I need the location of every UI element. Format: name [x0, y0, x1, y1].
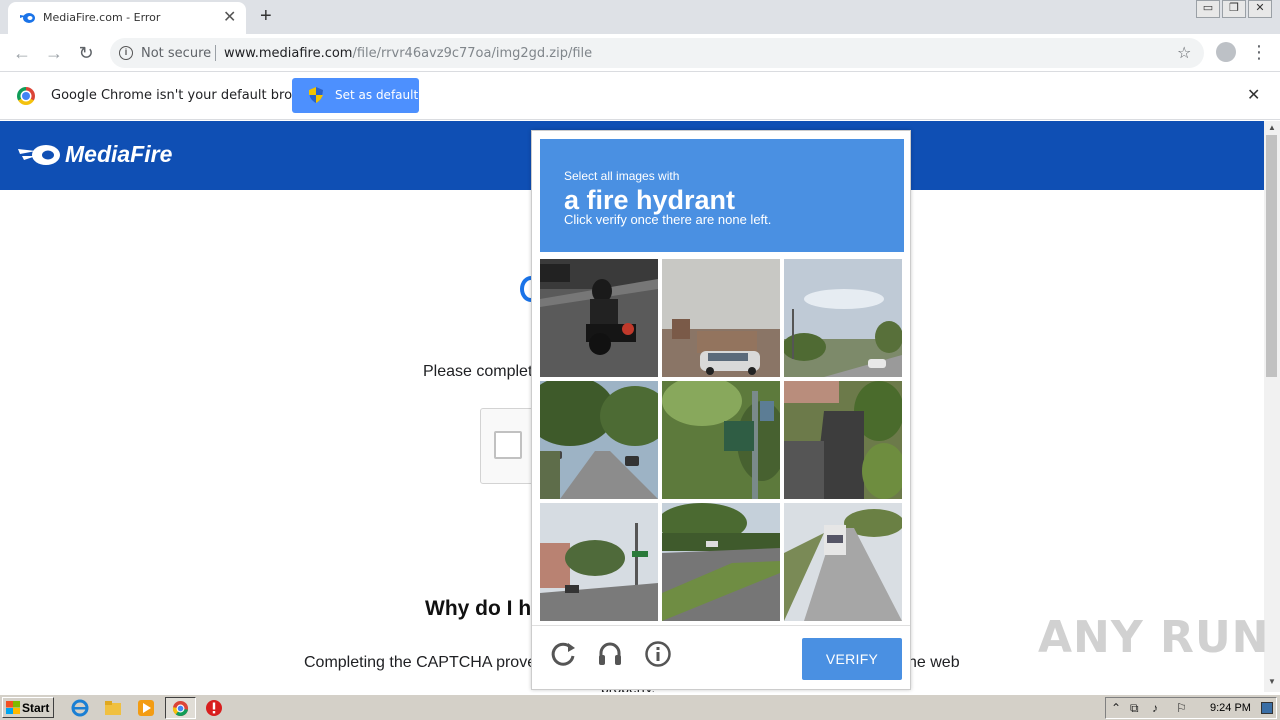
start-button[interactable]: Start	[2, 697, 54, 718]
audio-icon[interactable]	[596, 640, 624, 668]
captcha-instructions: Select all images with a fire hydrant Cl…	[540, 139, 904, 252]
reload-icon[interactable]	[549, 640, 577, 668]
captcha-tile[interactable]	[784, 381, 902, 499]
city-intersection-image	[540, 503, 658, 621]
scroll-up-arrow-icon[interactable]: ▲	[1268, 123, 1276, 132]
infobar-close-icon[interactable]: ✕	[1247, 85, 1260, 105]
tab-title: MediaFire.com - Error	[43, 11, 161, 24]
captcha-tile[interactable]	[540, 259, 658, 377]
bookmark-star-icon[interactable]: ☆	[1177, 43, 1191, 63]
browser-tab[interactable]: MediaFire.com - Error ✕	[8, 2, 246, 34]
chrome-taskbar-button[interactable]	[165, 697, 196, 719]
highway-truck-image	[784, 503, 902, 621]
mediafire-favicon-icon	[20, 13, 35, 23]
omnibox-divider	[215, 45, 216, 61]
url-host: www.mediafire.com	[224, 46, 353, 61]
close-window-button[interactable]: ✕	[1248, 0, 1272, 18]
taskbar-clock[interactable]: 9:24 PM	[1210, 702, 1251, 714]
street-buildings-car-image	[662, 259, 780, 377]
start-label: Start	[22, 701, 50, 715]
please-complete-text: Please complet	[423, 363, 533, 380]
captcha-footer: VERIFY	[532, 625, 910, 689]
verify-button[interactable]: VERIFY	[802, 638, 902, 680]
chrome-logo-icon	[17, 87, 35, 105]
url-text[interactable]: www.mediafire.com/file/rrvr46avz9c77oa/i…	[224, 46, 592, 61]
windows-logo-icon	[6, 701, 20, 714]
road-grass-image	[662, 503, 780, 621]
captcha-tile[interactable]	[662, 381, 780, 499]
set-as-default-button[interactable]: Set as default	[292, 78, 419, 113]
suburban-road-image	[784, 259, 902, 377]
security-label[interactable]: Not secure	[141, 46, 211, 61]
info-icon[interactable]	[644, 640, 672, 668]
mediafire-brand[interactable]: MediaFire	[65, 141, 172, 168]
recaptcha-checkbox[interactable]	[494, 431, 522, 459]
site-info-icon[interactable]: i	[119, 46, 133, 60]
captcha-tile[interactable]	[784, 259, 902, 377]
minimize-button[interactable]: ▭	[1196, 0, 1220, 18]
mediafire-logo-icon[interactable]	[16, 143, 61, 167]
volume-icon[interactable]: ♪	[1152, 701, 1158, 715]
tray-expand-icon[interactable]: ⌃	[1111, 701, 1121, 715]
profile-avatar-icon[interactable]	[1216, 42, 1236, 62]
forward-arrow-icon[interactable]: →	[42, 41, 66, 65]
default-browser-infobar: Google Chrome isn't your default browser…	[0, 72, 1280, 120]
stairs-garden-image	[784, 381, 902, 499]
network-icon[interactable]: ⧉	[1130, 701, 1139, 716]
antivirus-alert-icon[interactable]	[205, 699, 223, 717]
captcha-image-grid	[540, 259, 904, 623]
why-heading: Why do I h	[425, 597, 532, 620]
captcha-hint: Click verify once there are none left.	[564, 212, 772, 227]
back-arrow-icon[interactable]: ←	[10, 41, 34, 65]
captcha-explanation-tail: he web	[908, 654, 960, 671]
media-player-icon[interactable]	[137, 699, 155, 717]
tree-lined-street-image	[540, 381, 658, 499]
page-scrollbar[interactable]: ▲ ▼	[1264, 121, 1280, 692]
scroll-down-arrow-icon[interactable]: ▼	[1268, 677, 1276, 686]
show-desktop-icon[interactable]	[1261, 702, 1273, 714]
captcha-explanation-text: Completing the CAPTCHA prove	[304, 654, 537, 671]
window-controls: ▭ ❐ ✕	[1196, 0, 1272, 18]
file-explorer-icon[interactable]	[104, 699, 122, 717]
system-tray: ⌃ ⧉ ♪ ⚐ 9:24 PM	[1105, 697, 1277, 719]
captcha-instruction: Select all images with	[564, 169, 680, 183]
set-as-default-label: Set as default	[335, 88, 419, 102]
reload-icon[interactable]: ↻	[74, 41, 98, 65]
captcha-tile[interactable]	[540, 503, 658, 621]
url-path: /file/rrvr46avz9c77oa/img2gd.zip/file	[352, 46, 593, 61]
tab-strip: MediaFire.com - Error ✕ + ▭ ❐ ✕	[0, 0, 1280, 34]
motorcycle-street-image	[540, 259, 658, 377]
scrollbar-thumb[interactable]	[1266, 135, 1277, 377]
address-bar[interactable]: i Not secure www.mediafire.com/file/rrvr…	[110, 38, 1204, 68]
new-tab-button[interactable]: +	[260, 4, 272, 28]
browser-menu-icon[interactable]: ⋮	[1250, 40, 1268, 64]
uac-shield-icon	[309, 87, 323, 103]
captcha-tile[interactable]	[662, 259, 780, 377]
anyrun-watermark: ANY RUN	[1038, 612, 1270, 663]
action-center-flag-icon[interactable]: ⚐	[1176, 701, 1187, 715]
infobar-message: Google Chrome isn't your default browser	[51, 88, 323, 103]
captcha-tile[interactable]	[784, 503, 902, 621]
tab-close-icon[interactable]: ✕	[223, 8, 236, 28]
internet-explorer-icon[interactable]	[71, 699, 89, 717]
captcha-tile[interactable]	[662, 503, 780, 621]
captcha-tile[interactable]	[540, 381, 658, 499]
browser-toolbar: ← → ↻ i Not secure www.mediafire.com/fil…	[0, 34, 1280, 72]
fence-sign-image	[662, 381, 780, 499]
chrome-taskbar-icon	[172, 700, 189, 717]
windows-taskbar: Start ⌃ ⧉ ♪ ⚐ 9:24 PM	[0, 694, 1280, 720]
restore-button[interactable]: ❐	[1222, 0, 1246, 18]
captcha-challenge: Select all images with a fire hydrant Cl…	[531, 130, 911, 690]
